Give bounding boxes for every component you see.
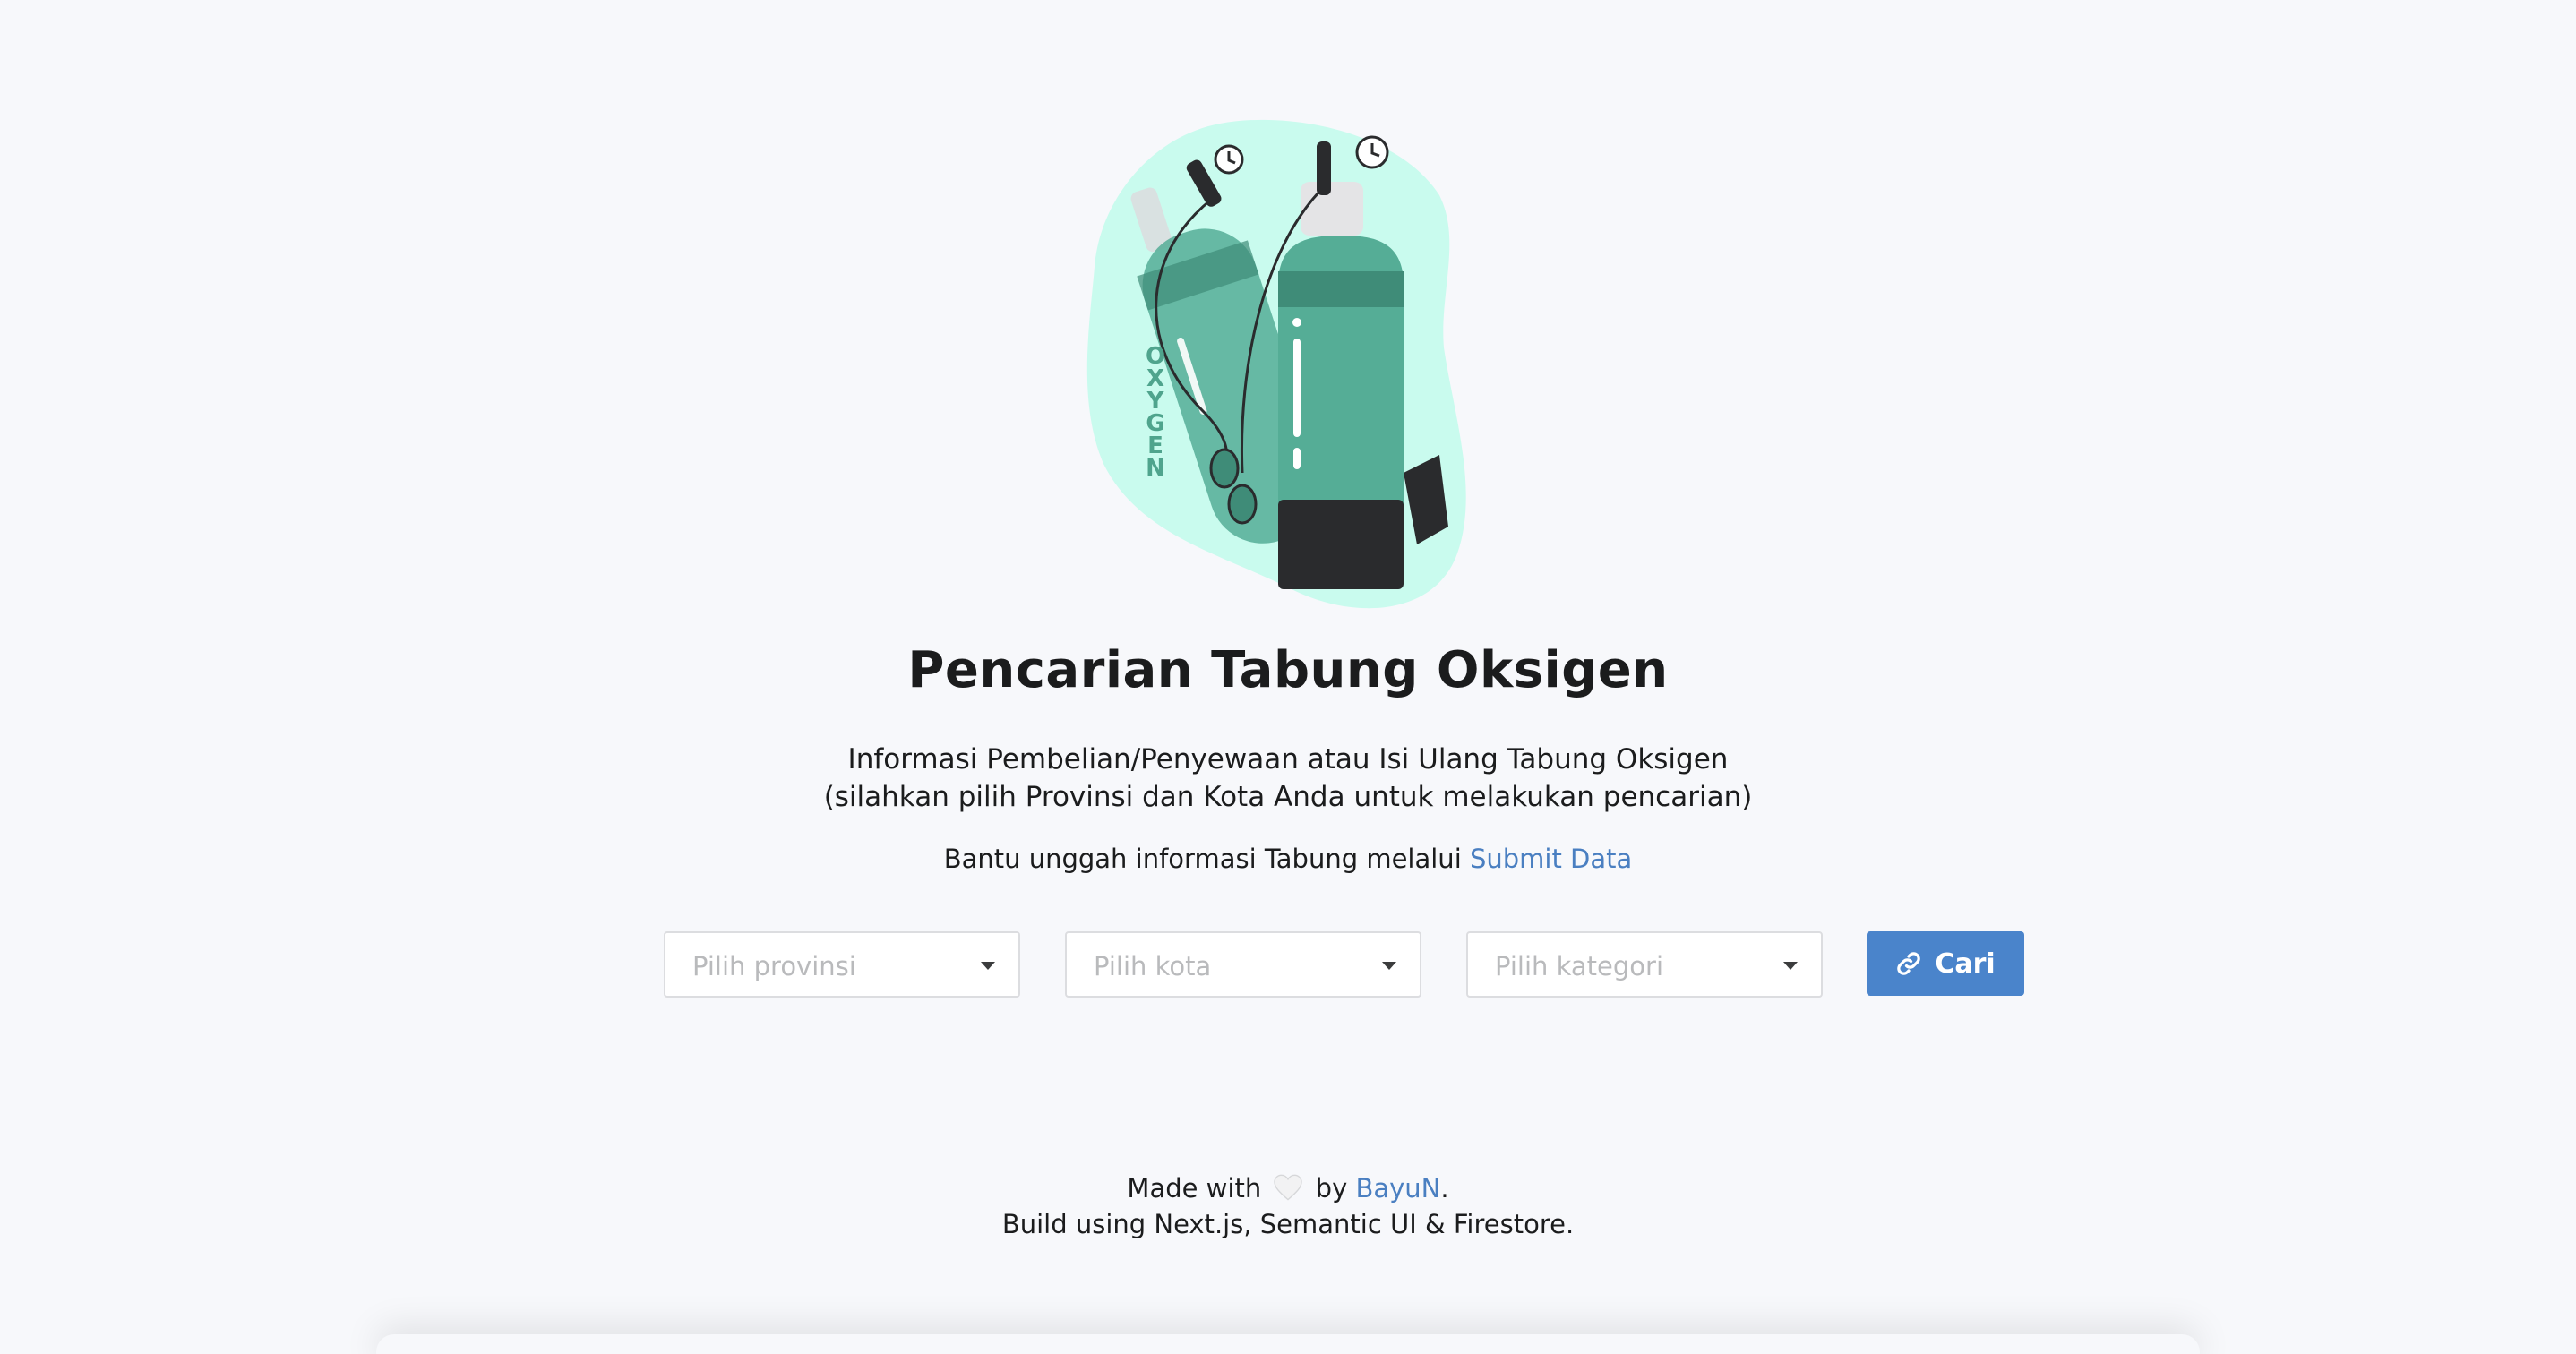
author-link[interactable]: BayuN [1355, 1173, 1440, 1204]
search-button[interactable]: Cari [1867, 931, 2024, 996]
submit-data-link[interactable]: Submit Data [1470, 844, 1632, 874]
footer-credit: Made with by BayuN. [0, 1173, 2576, 1204]
contribute-label: Bantu unggah informasi Tabung melalui [943, 844, 1462, 874]
heart-icon [1274, 1174, 1303, 1201]
caret-down-icon [981, 962, 995, 970]
footer-made-with: Made with [1127, 1173, 1262, 1204]
kota-dropdown[interactable]: Pilih kota [1065, 931, 1421, 998]
caret-down-icon [1783, 962, 1798, 970]
tank-label-char: N [1146, 455, 1165, 482]
page-title: Pencarian Tabung Oksigen [907, 641, 1669, 699]
bottom-edge-shadow [376, 1334, 2200, 1354]
link-icon [1897, 952, 1921, 975]
kota-placeholder: Pilih kota [1094, 951, 1212, 981]
page: O X Y G E N Pencarian Tabung Oksigen Inf… [0, 0, 2576, 1354]
provinsi-dropdown[interactable]: Pilih provinsi [664, 931, 1020, 998]
kategori-dropdown[interactable]: Pilih kategori [1466, 931, 1823, 998]
provinsi-placeholder: Pilih provinsi [692, 951, 856, 981]
oxygen-tank-illustration: O X Y G E N [1086, 119, 1466, 609]
contribute-text: Bantu unggah informasi Tabung melalui Su… [0, 844, 2576, 874]
search-button-label: Cari [1935, 947, 1996, 980]
footer-tech: Build using Next.js, Semantic UI & Fires… [1001, 1209, 1575, 1239]
caret-down-icon [1382, 962, 1396, 970]
subtitle-line-1: Informasi Pembelian/Penyewaan atau Isi U… [847, 743, 1729, 776]
footer-by: by [1315, 1173, 1348, 1204]
subtitle-line-2: (silahkan pilih Provinsi dan Kota Anda u… [823, 781, 1753, 813]
kategori-placeholder: Pilih kategori [1495, 951, 1664, 981]
footer-period: . [1440, 1173, 1449, 1204]
